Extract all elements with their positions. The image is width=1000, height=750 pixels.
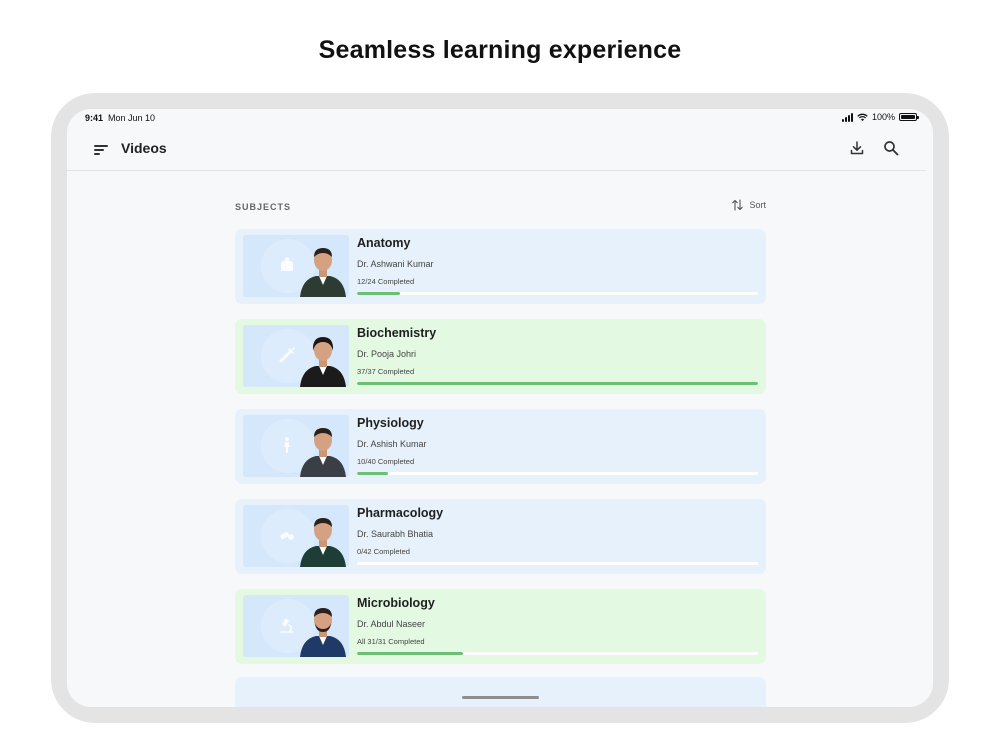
pills-icon — [280, 532, 294, 540]
subject-thumbnail — [243, 235, 349, 297]
subject-card-pharmacology[interactable]: Pharmacology Dr. Saurabh Bhatia 0/42 Com… — [235, 499, 766, 574]
progress-bar — [357, 472, 758, 475]
progress-fill — [357, 382, 758, 385]
page-title: Videos — [121, 140, 167, 156]
body-icon — [284, 437, 290, 453]
cellular-signal-icon — [841, 112, 853, 122]
headline: Seamless learning experience — [318, 36, 682, 64]
progress-text: 12/24 Completed — [357, 277, 415, 286]
top-navbar: Videos — [67, 131, 926, 171]
teacher-photo — [300, 337, 346, 387]
status-date: Mon Jun 10 — [108, 113, 156, 123]
tablet-frame: 9:41 Mon Jun 10 100% Videos SUBJECTS Sor… — [51, 93, 949, 723]
wifi-icon — [857, 113, 868, 121]
progress-bar — [357, 292, 758, 295]
subject-thumbnail — [243, 595, 349, 657]
subject-title: Biochemistry — [357, 326, 437, 340]
teacher-photo — [300, 518, 346, 567]
microscope-icon — [280, 618, 294, 633]
teacher-name: Dr. Abdul Naseer — [357, 619, 426, 629]
subject-card-anatomy[interactable]: Anatomy Dr. Ashwani Kumar 12/24 Complete… — [235, 229, 766, 304]
progress-fill — [357, 652, 464, 655]
sort-button[interactable]: Sort — [732, 199, 766, 211]
progress-fill — [357, 472, 389, 475]
teacher-name: Dr. Pooja Johri — [357, 349, 417, 359]
subject-title: Pharmacology — [357, 506, 444, 520]
sort-label: Sort — [749, 200, 766, 210]
sort-icon — [732, 199, 744, 211]
teacher-photo — [300, 428, 346, 477]
progress-text: All 31/31 Completed — [357, 637, 425, 646]
anatomy-icon — [281, 257, 293, 271]
subject-title: Anatomy — [357, 236, 411, 250]
status-time: 9:41 — [85, 113, 104, 123]
teacher-photo — [300, 608, 346, 657]
subject-card-physiology[interactable]: Physiology Dr. Ashish Kumar 10/40 Comple… — [235, 409, 766, 484]
status-bar: 9:41 Mon Jun 10 100% — [67, 109, 933, 131]
subject-thumbnail — [243, 415, 349, 477]
progress-text: 0/42 Completed — [357, 547, 410, 556]
subject-thumbnail — [243, 505, 349, 567]
progress-bar — [357, 652, 758, 655]
battery-icon — [899, 113, 919, 121]
progress-text: 10/40 Completed — [357, 457, 415, 466]
subject-title: Physiology — [357, 416, 424, 430]
progress-fill — [357, 292, 400, 295]
teacher-name: Dr. Saurabh Bhatia — [357, 529, 434, 539]
subject-thumbnail — [243, 325, 349, 387]
teacher-name: Dr. Ashwani Kumar — [357, 259, 434, 269]
progress-bar — [357, 562, 758, 565]
subject-title: Microbiology — [357, 596, 435, 610]
download-icon[interactable] — [849, 140, 865, 156]
battery-percent: 100% — [871, 112, 895, 122]
status-indicators: 100% — [841, 112, 919, 122]
syringe-icon — [279, 347, 295, 363]
subject-card-biochemistry[interactable]: Biochemistry Dr. Pooja Johri 37/37 Compl… — [235, 319, 766, 394]
teacher-photo — [300, 248, 346, 297]
section-label: SUBJECTS — [235, 202, 292, 212]
app-screen: 9:41 Mon Jun 10 100% Videos SUBJECTS Sor… — [67, 109, 933, 707]
section-header: SUBJECTS Sort — [235, 171, 766, 217]
teacher-name: Dr. Ashish Kumar — [357, 439, 427, 449]
progress-text: 37/37 Completed — [357, 367, 415, 376]
home-indicator — [462, 696, 539, 699]
progress-bar — [357, 382, 758, 385]
menu-icon[interactable] — [94, 143, 108, 155]
subject-card-partial[interactable] — [235, 677, 766, 707]
subjects-list: SUBJECTS Sort Anatomy Dr. Ashwani Kumar … — [235, 171, 766, 664]
subject-card-microbiology[interactable]: Microbiology Dr. Abdul Naseer All 31/31 … — [235, 589, 766, 664]
search-icon[interactable] — [883, 140, 899, 156]
